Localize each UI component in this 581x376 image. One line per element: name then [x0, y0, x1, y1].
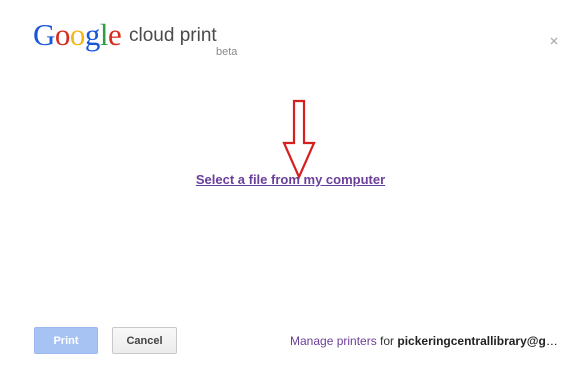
cloud-print-dialog: Google cloud print beta Select a file fr… [0, 0, 581, 376]
logo-letter: o [54, 17, 71, 52]
close-icon[interactable] [548, 34, 560, 46]
for-label: for [376, 334, 398, 348]
logo-letter: l [99, 17, 109, 52]
account-email: pickeringcentrallibrary@gm… [397, 334, 560, 348]
manage-printers-link[interactable]: Manage printers [290, 334, 377, 348]
annotation-down-arrow-icon [281, 99, 317, 181]
cancel-button[interactable]: Cancel [112, 327, 177, 354]
product-name: cloud print [129, 25, 217, 46]
logo-letter: g [84, 17, 101, 52]
logo-letter: o [69, 17, 86, 52]
google-wordmark: Google [33, 17, 122, 52]
beta-label: beta [216, 46, 238, 58]
logo-letter: e [108, 17, 122, 52]
account-info: Manage printers for pickeringcentrallibr… [290, 334, 560, 348]
logo-letter: G [33, 17, 55, 52]
select-file-link[interactable]: Select a file from my computer [0, 172, 581, 187]
print-button[interactable]: Print [34, 327, 98, 354]
